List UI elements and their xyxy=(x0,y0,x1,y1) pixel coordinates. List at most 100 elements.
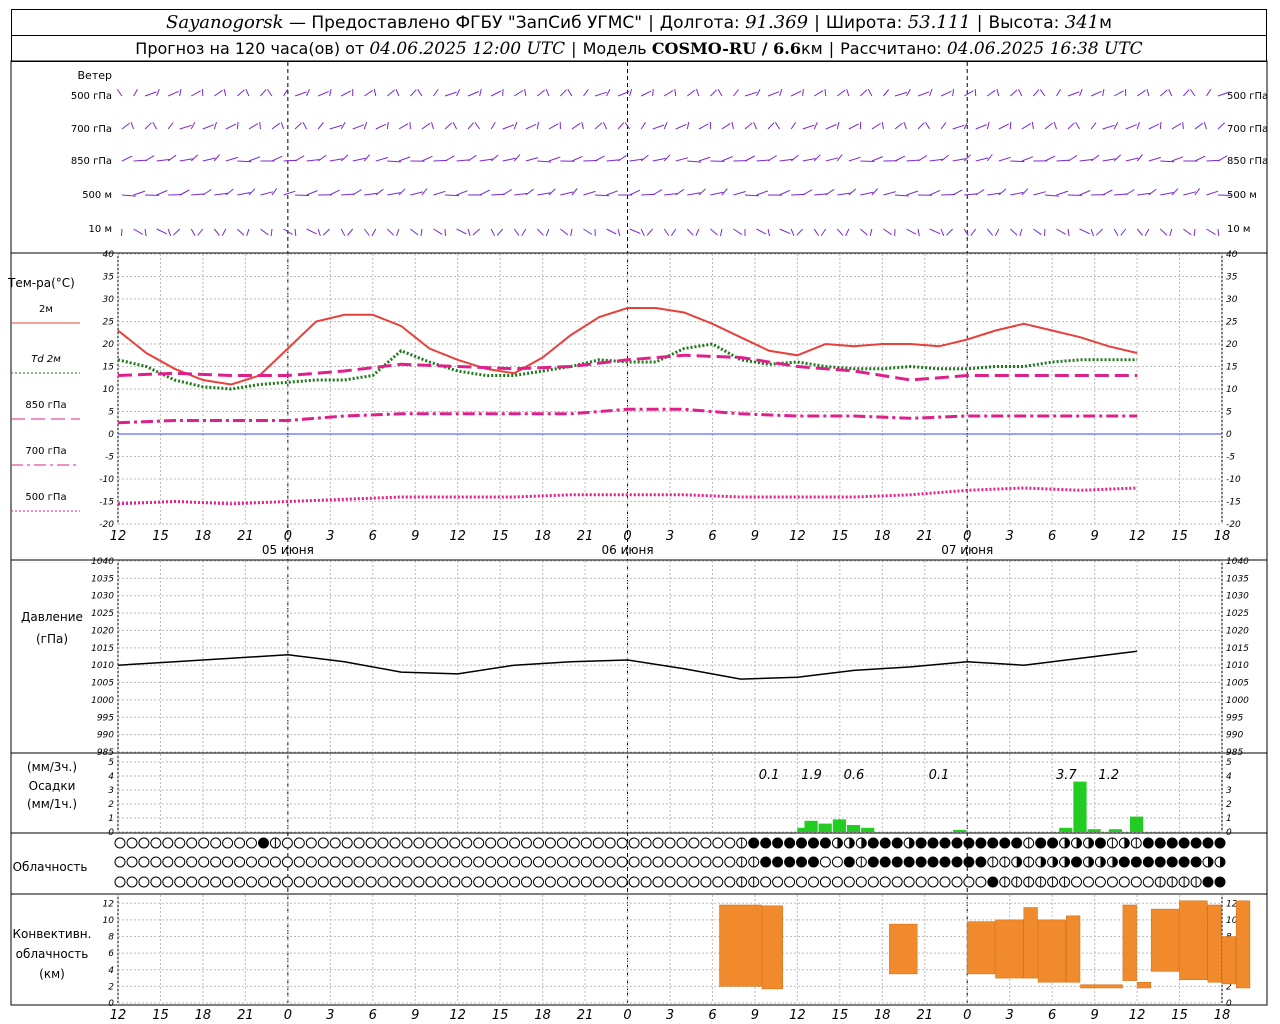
pres-tick-right: 1040 xyxy=(1226,557,1249,567)
hour-label: 9 xyxy=(1090,529,1098,544)
wind-barb xyxy=(675,188,685,196)
cloud-symbol xyxy=(269,876,281,888)
cloud-symbol xyxy=(329,856,341,868)
pres-tick-left: 1020 xyxy=(91,626,114,636)
hour-label: 0 xyxy=(963,529,971,544)
cloud-symbol xyxy=(246,876,257,888)
wind-barb xyxy=(1193,228,1196,237)
prec-bar xyxy=(804,820,818,832)
wind-barb xyxy=(571,155,583,162)
hour-label: 3 xyxy=(1006,529,1014,544)
wind-barb xyxy=(167,154,177,162)
wind-barb xyxy=(410,191,424,196)
wind-barb xyxy=(474,122,481,130)
conv-tick-left: 4 xyxy=(108,966,114,976)
cloud-symbol xyxy=(437,876,449,888)
wind-barb xyxy=(456,190,468,196)
cloud-symbol xyxy=(150,856,162,868)
wind-barb xyxy=(479,88,482,97)
wind-barb xyxy=(363,228,370,236)
wind-barb xyxy=(813,90,824,97)
wind-barb xyxy=(1067,228,1070,237)
prec-bar xyxy=(818,823,832,832)
cloud-symbol xyxy=(1166,837,1178,849)
wind-barb xyxy=(894,122,903,130)
wind-barb xyxy=(779,189,791,196)
prec-tick-left: 2 xyxy=(108,800,114,810)
wind-barb xyxy=(860,228,868,236)
cloud-symbol xyxy=(497,876,509,888)
wind-barb xyxy=(236,121,239,130)
wind-barb xyxy=(686,121,690,130)
cloud-symbol xyxy=(365,837,377,849)
wind-barb xyxy=(179,124,192,130)
wind-barb xyxy=(433,89,439,97)
date-label: 07 июня xyxy=(941,543,993,557)
cloud-symbol-fill xyxy=(861,838,867,848)
prec-tick-left: 1 xyxy=(108,814,114,824)
wind-barb xyxy=(998,188,1007,196)
wind-barb xyxy=(1079,190,1091,196)
cloud-symbol xyxy=(604,876,616,888)
pres-tick-right: 990 xyxy=(1226,731,1243,741)
cloud-symbol xyxy=(963,837,975,849)
cloud-symbol xyxy=(903,876,915,888)
pres-tick-right: 1005 xyxy=(1226,679,1249,689)
conv-tick-left: 2 xyxy=(108,982,114,992)
cloud-symbol xyxy=(198,856,210,868)
cloud-symbol xyxy=(628,876,640,888)
cloud-symbol xyxy=(1071,876,1082,888)
wind-barb xyxy=(1039,89,1046,97)
wind-barb xyxy=(1079,88,1083,97)
wind-barb xyxy=(1090,154,1100,162)
hour-label-bottom: 21 xyxy=(916,1008,933,1023)
pres-tick-right: 985 xyxy=(1226,748,1243,758)
wind-barb xyxy=(894,155,906,162)
wind-barb xyxy=(1075,122,1080,130)
cloud-symbol xyxy=(796,876,807,888)
wind-barb xyxy=(917,228,920,237)
cloud-symbol xyxy=(413,856,425,868)
wind-barb xyxy=(536,228,544,236)
wind-barb xyxy=(294,91,307,97)
wind-barb xyxy=(974,88,977,97)
hour-label-bottom: 12 xyxy=(1129,1008,1146,1023)
conv-bar xyxy=(1221,936,1236,985)
wind-barb xyxy=(767,91,780,97)
cloud-symbol xyxy=(1202,837,1214,849)
wind-barb xyxy=(237,192,251,196)
prec-total-label: 0.1 xyxy=(759,768,780,783)
pres-title: Давление xyxy=(21,610,83,624)
cloud-symbol xyxy=(700,837,712,849)
wind-barb xyxy=(363,89,373,97)
wind-barb xyxy=(144,155,155,162)
wind-barb xyxy=(731,121,734,130)
wind-barb xyxy=(121,122,130,130)
wind-barb xyxy=(167,228,172,237)
wind-barb xyxy=(906,89,911,97)
wind-barb xyxy=(1159,228,1168,236)
wind-barb xyxy=(640,90,652,97)
wind-barb xyxy=(560,191,574,196)
wind-barb xyxy=(1113,121,1119,130)
cloud-symbol xyxy=(652,856,664,868)
wind-barb xyxy=(259,121,261,130)
wind-barb xyxy=(906,190,919,196)
cloud-symbol xyxy=(831,876,843,888)
temp-tick-right: 10 xyxy=(1226,385,1238,395)
cloud-symbol xyxy=(975,837,987,849)
cloud-symbol xyxy=(269,856,281,868)
hour-label-bottom: 12 xyxy=(449,1008,466,1023)
cloud-symbol-fill xyxy=(1076,838,1082,848)
wind-barb xyxy=(571,122,581,130)
cloud-symbol xyxy=(425,837,437,849)
cloud-symbol xyxy=(210,856,222,868)
conv-bar xyxy=(719,904,762,987)
cloud-symbol xyxy=(485,856,497,868)
wind-barb xyxy=(283,89,289,97)
cloud-symbol xyxy=(186,837,198,849)
wind-barb xyxy=(398,156,411,162)
prec-tick-right: 5 xyxy=(1226,758,1232,768)
wind-barb xyxy=(1160,192,1174,196)
wind-barb xyxy=(306,190,318,196)
